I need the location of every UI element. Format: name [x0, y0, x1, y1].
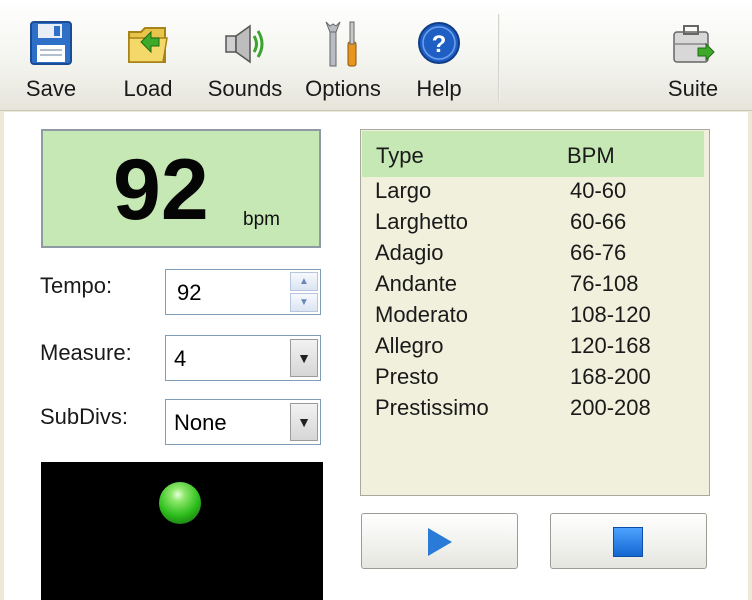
subdivs-label: SubDivs: — [40, 404, 129, 429]
subdivs-dropdown[interactable]: None ▼ — [165, 399, 321, 445]
tempo-reference-table: Type BPM Largo 40-60 Larghetto 60-66 Ada… — [360, 129, 710, 496]
suite-label: Suite — [667, 76, 719, 101]
suite-button[interactable]: Suite — [648, 12, 738, 104]
play-icon — [428, 528, 452, 556]
suite-briefcase-icon — [673, 25, 715, 63]
options-label: Options — [305, 76, 381, 101]
table-row: Moderato 108-120 — [361, 302, 705, 333]
spin-down-arrow-icon[interactable]: ▼ — [290, 293, 318, 312]
floppy-disk-icon — [30, 21, 72, 65]
chevron-down-icon[interactable]: ▼ — [290, 403, 318, 441]
row-type: Larghetto — [375, 209, 468, 234]
bpm-unit: bpm — [243, 209, 280, 230]
folder-icon — [128, 27, 168, 63]
stop-icon — [613, 527, 643, 557]
row-type: Presto — [375, 364, 439, 389]
row-type: Moderato — [375, 302, 468, 327]
sounds-button[interactable]: Sounds — [200, 12, 290, 104]
column-header-bpm: BPM — [567, 143, 615, 168]
play-button[interactable] — [361, 513, 518, 569]
bpm-display: 92 bpm — [41, 129, 321, 248]
row-type: Prestissimo — [375, 395, 489, 420]
save-button[interactable]: Save — [6, 12, 96, 104]
column-header-type: Type — [376, 143, 424, 168]
table-row: Largo 40-60 — [361, 178, 705, 209]
toolbar-separator — [498, 14, 500, 102]
tempo-value[interactable]: 92 — [177, 280, 201, 306]
stop-button[interactable] — [550, 513, 707, 569]
help-label: Help — [416, 76, 462, 101]
row-bpm: 108-120 — [570, 302, 651, 327]
beat-led-icon — [159, 482, 201, 524]
table-header: Type BPM — [362, 131, 704, 177]
measure-value: 4 — [174, 346, 187, 371]
table-row: Allegro 120-168 — [361, 333, 705, 364]
row-type: Allegro — [375, 333, 444, 358]
row-bpm: 66-76 — [570, 240, 627, 265]
tools-icon — [325, 21, 357, 67]
row-type: Largo — [375, 178, 432, 203]
row-bpm: 120-168 — [570, 333, 651, 358]
help-button[interactable]: ? Help — [394, 12, 484, 104]
measure-label: Measure: — [40, 340, 132, 365]
table-row: Larghetto 60-66 — [361, 209, 705, 240]
toolbar: Save Load Sounds Options ? Help Suite — [0, 0, 752, 111]
speaker-icon — [225, 24, 264, 64]
row-bpm: 40-60 — [570, 178, 627, 203]
table-row: Adagio 66-76 — [361, 240, 705, 271]
sounds-label: Sounds — [207, 76, 283, 101]
row-type: Adagio — [375, 240, 444, 265]
beat-indicator-panel — [41, 462, 323, 600]
chevron-down-icon[interactable]: ▼ — [290, 339, 318, 377]
row-bpm: 168-200 — [570, 364, 651, 389]
row-type: Andante — [375, 271, 457, 296]
help-icon: ? — [418, 22, 460, 64]
table-row: Prestissimo 200-208 — [361, 395, 705, 426]
load-button[interactable]: Load — [103, 12, 193, 104]
measure-dropdown[interactable]: 4 ▼ — [165, 335, 321, 381]
subdivs-value: None — [174, 410, 227, 435]
row-bpm: 200-208 — [570, 395, 651, 420]
save-label: Save — [25, 76, 77, 101]
spin-up-arrow-icon[interactable]: ▲ — [290, 272, 318, 291]
svg-text:?: ? — [432, 31, 447, 58]
load-label: Load — [123, 76, 173, 101]
bpm-value: 92 — [113, 142, 209, 238]
tempo-spinbox[interactable]: 92 ▲ ▼ — [165, 269, 321, 315]
tempo-spin-buttons: ▲ ▼ — [290, 272, 318, 312]
table-row: Andante 76-108 — [361, 271, 705, 302]
tempo-label: Tempo: — [40, 273, 113, 298]
options-button[interactable]: Options — [298, 12, 388, 104]
row-bpm: 60-66 — [570, 209, 627, 234]
table-row: Presto 168-200 — [361, 364, 705, 395]
row-bpm: 76-108 — [570, 271, 639, 296]
